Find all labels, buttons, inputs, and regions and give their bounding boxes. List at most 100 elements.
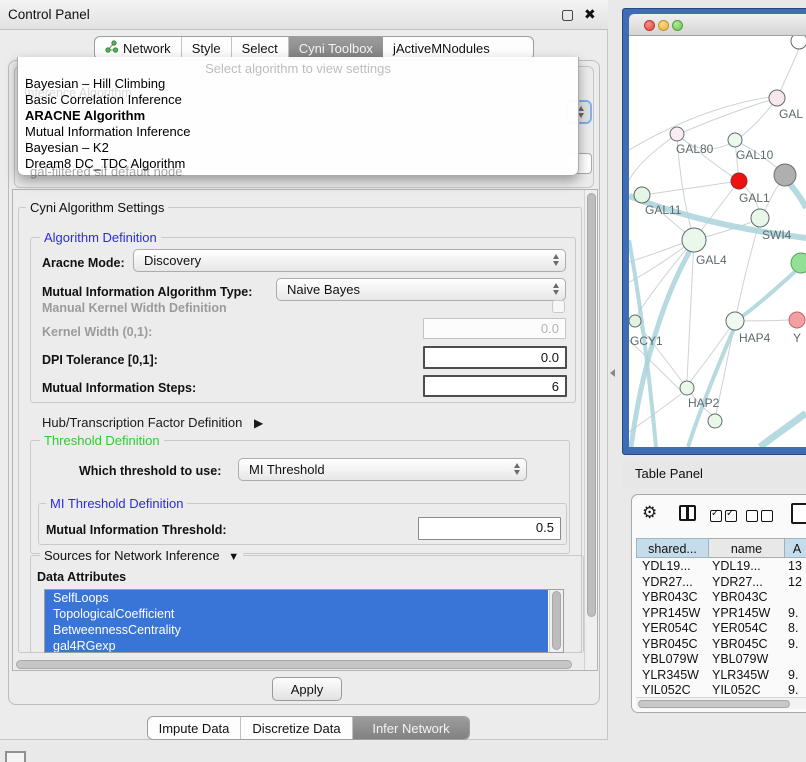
network-node-gcy1[interactable] xyxy=(629,315,641,327)
tab-infer-network[interactable]: Infer Network xyxy=(353,717,469,739)
which-threshold-combobox[interactable]: MI Threshold xyxy=(238,458,527,481)
table-cell[interactable]: 12 xyxy=(788,575,802,589)
tab-network-label: Network xyxy=(123,41,171,56)
tab-discretize-data[interactable]: Discretize Data xyxy=(241,717,353,739)
list-item-selfloops[interactable]: SelfLoops xyxy=(45,590,548,606)
table-cell[interactable]: YER054C xyxy=(712,621,768,635)
network-node[interactable] xyxy=(708,414,722,428)
horizontal-scrollbar-thumb[interactable] xyxy=(16,660,572,669)
mi-algorithm-type-combobox[interactable]: Naive Bayes xyxy=(276,278,566,301)
table-cell[interactable]: YIL052C xyxy=(712,683,761,696)
panel-divider[interactable] xyxy=(608,0,622,762)
column-header-shared-name[interactable]: shared... xyxy=(636,538,709,558)
table-cell[interactable]: 9. xyxy=(788,668,798,682)
table-cell[interactable]: YBR045C xyxy=(642,637,698,651)
node-label: HAP2 xyxy=(688,396,719,410)
minimized-panel-icon[interactable] xyxy=(5,751,26,762)
node-label: GAL1 xyxy=(739,191,770,205)
float-window-icon[interactable]: ▢ xyxy=(561,6,574,23)
table-cell[interactable]: 13 xyxy=(788,559,802,573)
table-cell[interactable]: 9. xyxy=(788,606,798,620)
tab-impute-data[interactable]: Impute Data xyxy=(148,717,241,739)
network-node[interactable] xyxy=(774,164,796,186)
table-cell[interactable]: YLR345W xyxy=(712,668,769,682)
aracne-mode-combobox[interactable]: Discovery xyxy=(133,249,566,272)
table-cell[interactable]: YBL079W xyxy=(642,652,698,666)
mi-threshold-field[interactable]: 0.5 xyxy=(418,517,561,540)
vertical-scrollbar[interactable] xyxy=(584,190,597,670)
table-cell[interactable]: YIL052C xyxy=(642,683,691,696)
column-layout-icon[interactable] xyxy=(679,505,696,521)
sources-group-title[interactable]: Sources for Network Inference ▼ xyxy=(40,548,243,563)
network-node-gal80[interactable] xyxy=(670,127,684,141)
algorithm-dropdown-popup: Select algorithm to view settings Bayesi… xyxy=(17,57,579,176)
table-cell[interactable]: YPR145W xyxy=(642,606,700,620)
network-node-hap2[interactable] xyxy=(680,381,694,395)
divider-collapse-arrow-icon[interactable] xyxy=(610,369,615,377)
table-cell[interactable]: YLR345W xyxy=(642,668,699,682)
list-item-gal4rgexp[interactable]: gal4RGexp xyxy=(45,638,548,653)
table-cell[interactable]: YER054C xyxy=(642,621,698,635)
data-attributes-label: Data Attributes xyxy=(37,570,126,584)
table-cell[interactable]: YDL19... xyxy=(712,559,761,573)
network-node-gal10[interactable] xyxy=(728,133,742,147)
table-cell[interactable]: 9. xyxy=(788,637,798,651)
collapsed-arrow-icon: ▶ xyxy=(254,416,263,430)
popup-item-aracne[interactable]: ARACNE Algorithm xyxy=(18,108,578,124)
column-header-a[interactable]: A xyxy=(785,538,806,558)
minimize-traffic-light-icon[interactable] xyxy=(658,20,669,31)
table-cell[interactable]: YPR145W xyxy=(712,606,770,620)
tab-cyni-toolbox[interactable]: Cyni Toolbox xyxy=(289,37,383,59)
network-node-hap4[interactable] xyxy=(726,312,744,330)
tab-style[interactable]: Style xyxy=(182,37,232,59)
network-node[interactable] xyxy=(791,36,806,49)
manual-kernel-width-checkbox[interactable] xyxy=(552,300,565,313)
new-table-icon[interactable] xyxy=(791,503,806,524)
table-cell[interactable]: YDL19... xyxy=(642,559,691,573)
network-node-swi4[interactable] xyxy=(751,209,769,227)
list-vertical-scrollbar[interactable] xyxy=(549,590,563,652)
hub-transcription-section-toggle[interactable]: Hub/Transcription Factor Definition ▶ xyxy=(42,415,263,430)
tab-network[interactable]: Network xyxy=(95,37,182,59)
vertical-scrollbar-thumb[interactable] xyxy=(587,193,596,617)
control-panel-titlebar: Control Panel ▢ ✖ xyxy=(0,0,608,30)
network-node-gal1[interactable] xyxy=(731,173,747,189)
network-node[interactable] xyxy=(769,90,785,106)
table-body: YDL19... YDL19... 13 YDR27... YDR27... 1… xyxy=(636,558,806,696)
network-window-titlebar[interactable] xyxy=(629,14,806,36)
dpi-tolerance-field[interactable]: 0.0 xyxy=(423,346,567,369)
table-cell[interactable]: 8. xyxy=(788,621,798,635)
network-node-gal11[interactable] xyxy=(634,187,650,203)
zoom-traffic-light-icon[interactable] xyxy=(672,20,683,31)
table-cell[interactable]: 9. xyxy=(788,683,798,696)
gear-icon[interactable]: ⚙ xyxy=(642,503,657,523)
select-all-checkboxes-icon[interactable] xyxy=(710,509,737,527)
tab-jactivemnodules[interactable]: jActiveMNodules xyxy=(383,37,500,59)
network-node[interactable] xyxy=(789,312,805,328)
close-window-icon[interactable]: ✖ xyxy=(584,6,596,23)
mi-steps-field[interactable]: 6 xyxy=(423,375,567,397)
threshold-definition-title: Threshold Definition xyxy=(40,433,164,448)
table-cell[interactable]: YBR043C xyxy=(712,590,768,604)
list-scrollbar-thumb[interactable] xyxy=(552,591,561,650)
table-cell[interactable]: YBL079W xyxy=(712,652,768,666)
close-traffic-light-icon[interactable] xyxy=(644,20,655,31)
table-scrollbar-thumb[interactable] xyxy=(638,700,790,708)
list-item-betweennesscentrality[interactable]: BetweennessCentrality xyxy=(45,622,548,638)
table-cell[interactable]: YBR043C xyxy=(642,590,698,604)
network-node-gal4[interactable] xyxy=(682,228,706,252)
table-cell[interactable]: YBR045C xyxy=(712,637,768,651)
popup-item-bayesian-k2[interactable]: Bayesian – K2 xyxy=(18,140,578,156)
kernel-width-field[interactable]: 0.0 xyxy=(423,318,566,339)
deselect-all-checkboxes-icon[interactable] xyxy=(746,509,773,527)
popup-item-mutual-information[interactable]: Mutual Information Inference xyxy=(18,124,578,140)
apply-button[interactable]: Apply xyxy=(272,677,342,701)
tab-select[interactable]: Select xyxy=(232,37,289,59)
network-node[interactable] xyxy=(791,253,806,273)
list-item-topologicalcoefficient[interactable]: TopologicalCoefficient xyxy=(45,606,548,622)
table-cell[interactable]: YDR27... xyxy=(712,575,763,589)
table-cell[interactable]: YDR27... xyxy=(642,575,693,589)
column-header-name[interactable]: name xyxy=(709,538,785,558)
table-horizontal-scrollbar[interactable] xyxy=(636,697,806,709)
mi-steps-label: Mutual Information Steps: xyxy=(42,381,196,395)
